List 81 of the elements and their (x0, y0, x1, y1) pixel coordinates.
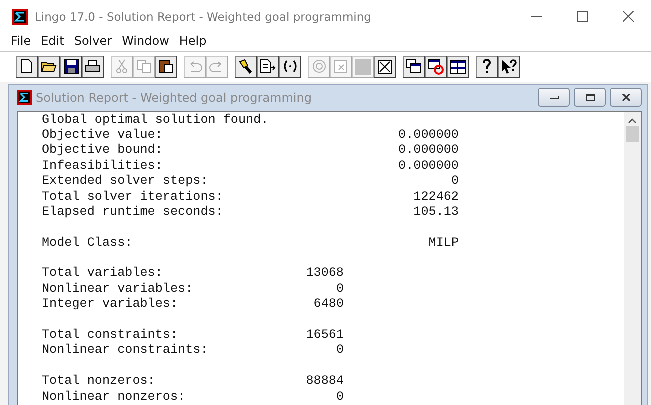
report-value: 0 (335, 343, 344, 359)
document-cross-icon (334, 60, 348, 74)
toolbar-button[interactable] (498, 56, 520, 78)
windows-icon (406, 59, 422, 74)
report-label: Elapsed runtime seconds: (42, 204, 224, 220)
toolbar-button[interactable] (279, 56, 301, 78)
report-label: Extended solver steps: (42, 174, 210, 190)
report-label: Nonlinear constraints: (42, 343, 210, 359)
toolbar-button[interactable] (60, 56, 82, 78)
report-label: Objective value: (42, 128, 164, 144)
report-value: 0 (335, 390, 344, 405)
flashlight-icon (238, 58, 254, 75)
report-value: MILP (428, 236, 459, 252)
report-label: Objective bound: (42, 143, 164, 159)
close-box-icon (378, 60, 392, 74)
report-label: Total solver iterations: (42, 190, 224, 205)
menu-item[interactable]: Help (174, 34, 212, 48)
report-value: 13068 (305, 266, 344, 282)
toolbar-button[interactable] (16, 56, 38, 78)
report-label: Integer variables: (42, 297, 180, 313)
menu-item[interactable]: Solver (69, 34, 118, 48)
app-logo-icon (17, 90, 32, 106)
report-value: 16561 (305, 328, 344, 344)
app-logo-icon (12, 8, 28, 24)
report-label: Total variables: (42, 266, 164, 282)
close-icon (622, 94, 630, 102)
restore-button[interactable] (574, 88, 606, 108)
copy-icon (136, 60, 152, 74)
clipboard-icon (158, 59, 174, 74)
close-button[interactable] (610, 88, 642, 108)
report-value: 0 (335, 282, 344, 298)
menu-item[interactable]: Edit (36, 34, 70, 48)
pointer-question-icon (500, 58, 518, 75)
close-icon (622, 11, 634, 22)
scrollbar[interactable] (624, 112, 641, 405)
report-label: Infeasibilities: (42, 158, 164, 174)
minimize-icon (550, 96, 558, 100)
maximize-icon (576, 11, 588, 22)
menu-item[interactable]: Window (117, 34, 174, 48)
square-icon (355, 58, 371, 75)
document-icon (21, 59, 33, 74)
question-mark-icon (482, 59, 492, 74)
folder-icon (41, 60, 57, 74)
report-value: 88884 (305, 374, 344, 390)
report-value: 6480 (312, 297, 344, 313)
scissors-icon (116, 59, 128, 74)
tile-windows-icon (450, 60, 466, 74)
report-window-title: Solution Report - Weighted goal programming (36, 90, 313, 105)
report-label: Nonlinear variables: (42, 282, 194, 298)
scroll-up-icon (628, 118, 637, 124)
report-label: Global optimal solution found. (42, 112, 270, 128)
window-title: Lingo 17.0 - Solution Report - Weighted goal programming (35, 10, 372, 24)
toolbar-button[interactable] (82, 56, 104, 78)
toolbar-button[interactable] (155, 56, 177, 78)
report-value: 0.000000 (398, 158, 459, 174)
report-value: 0.000000 (398, 143, 459, 159)
report-value: 122462 (412, 190, 459, 205)
toolbar-button[interactable] (476, 56, 498, 78)
toolbar-button[interactable] (38, 56, 60, 78)
toolbar-button[interactable] (257, 56, 279, 78)
report-label: Total nonzeros: (42, 374, 156, 390)
toolbar-button[interactable] (425, 56, 447, 78)
report-value: 0.000000 (398, 128, 459, 144)
scroll-thumb[interactable] (626, 126, 639, 142)
toolbar-button[interactable] (403, 56, 425, 78)
report-label: Nonlinear nonzeros: (42, 390, 187, 405)
target-icon (312, 59, 326, 74)
toolbar-button[interactable] (374, 56, 396, 78)
menu-item[interactable]: File (6, 34, 36, 48)
toolbar-button[interactable] (235, 56, 257, 78)
minimize-icon (530, 16, 542, 17)
toolbar-button[interactable] (447, 56, 469, 78)
report-value: 105.13 (412, 204, 459, 220)
document-arrow-icon (260, 59, 276, 74)
report-label: Model Class: (42, 236, 134, 252)
window-no-sign-icon (428, 58, 444, 75)
restore-icon (586, 94, 594, 102)
report-value: 0 (450, 174, 459, 190)
report-label: Total constraints: (42, 328, 180, 344)
printer-icon (85, 60, 101, 74)
parentheses-icon (282, 60, 298, 74)
